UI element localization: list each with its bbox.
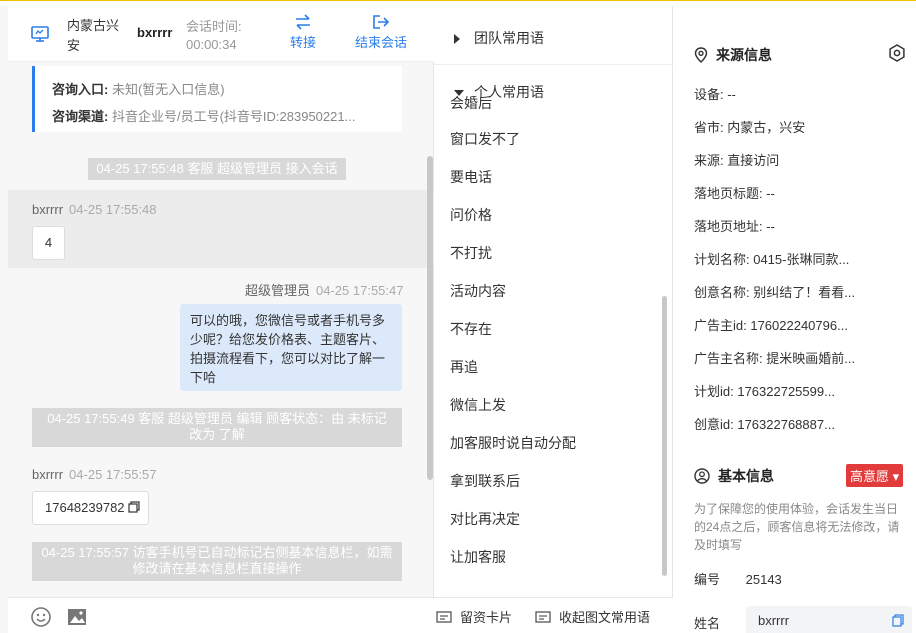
edit-hint-text: 为了保障您的使用体验，会话发生当日的24点之后，顾客信息将无法修改，请及时填写 — [694, 502, 900, 552]
chat-panel: 内蒙古兴安 bxrrrr 会话时间: 00:00:34 转接 结束会话 咨询入口… — [0, 6, 434, 633]
phone-number-text: 17648239782 — [45, 500, 125, 515]
source-row: 广告主id: 176022240796... — [694, 318, 848, 333]
message-time: 04-25 17:55:47 — [316, 283, 404, 298]
source-row: 设备: -- — [694, 87, 736, 102]
guest-sender: bxrrrr 04-25 17:55:48 — [32, 202, 157, 217]
message-time: 04-25 17:55:48 — [69, 202, 157, 217]
phrase-item[interactable]: 拿到联系后 — [450, 471, 520, 491]
name-input[interactable]: bxrrrr — [746, 606, 912, 633]
entry-value: 未知(暂无入口信息) — [111, 82, 225, 97]
basic-info-title: 基本信息 — [694, 466, 774, 486]
phrase-item[interactable]: 窗口发不了 — [450, 129, 520, 149]
source-row: 计划id: 176322725599... — [694, 384, 835, 399]
name-value: bxrrrr — [758, 613, 790, 628]
source-row: 计划名称: 0415-张琳同款... — [694, 252, 850, 267]
copy-icon[interactable] — [892, 614, 904, 627]
guest-bubble[interactable]: 4 — [32, 226, 65, 260]
guest-name: bxrrrr — [32, 202, 64, 217]
source-row: 落地页地址: -- — [694, 219, 775, 234]
caret-down-icon — [454, 90, 464, 96]
customer-info-panel: 来源信息 设备: -- 省市: 内蒙古，兴安 来源: 直接访问 落地页标题: -… — [674, 6, 916, 633]
collapse-phrases-label: 收起图文常用语 — [559, 610, 651, 625]
user-circle-icon — [694, 468, 710, 484]
phrases-scrollbar[interactable] — [662, 296, 667, 576]
basic-info-label: 基本信息 — [718, 468, 774, 484]
session-time-value: 00:00:34 — [186, 37, 237, 52]
phrase-item[interactable]: 不存在 — [450, 319, 492, 339]
phrases-panel: 团队常用语 会婚后 个人常用语 窗口发不了 要电话 问价格 不打扰 活动内容 不… — [434, 6, 673, 633]
guest-sender: bxrrrr 04-25 17:55:57 — [32, 467, 157, 482]
system-message: 04-25 17:55:48 客服 超级管理员 接入会话 — [88, 158, 346, 180]
settings-icon[interactable] — [888, 44, 906, 62]
channel-value: 抖音企业号/员工号(抖音号ID:283950221... — [111, 109, 356, 124]
monitor-icon — [31, 26, 49, 42]
source-info-label: 来源信息 — [716, 47, 772, 63]
chat-scrollbar[interactable] — [427, 156, 433, 480]
phrase-item[interactable]: 不打扰 — [450, 243, 492, 263]
customer-name: bxrrrr — [137, 25, 173, 40]
system-message: 04-25 17:55:49 客服 超级管理员 编辑 顾客状态：由 未标记 改为… — [32, 408, 402, 447]
source-info-title: 来源信息 — [694, 45, 772, 65]
guest-bubble[interactable]: 17648239782 — [32, 491, 149, 525]
caret-right-icon — [454, 34, 460, 44]
guest-message-block: bxrrrr 04-25 17:55:48 4 — [8, 190, 434, 268]
exit-icon — [373, 15, 390, 29]
phrase-item[interactable]: 活动内容 — [450, 281, 506, 301]
phrases-footer: 留资卡片 收起图文常用语 — [434, 597, 673, 633]
transfer-button[interactable]: 转接 — [285, 14, 321, 51]
emoji-icon[interactable] — [30, 606, 52, 628]
source-row: 创意名称: 别纠结了！看看... — [694, 285, 856, 300]
number-value: 25143 — [745, 572, 782, 587]
collapse-phrases-button[interactable]: 收起图文常用语 — [535, 607, 650, 626]
end-session-button[interactable]: 结束会话 — [350, 14, 412, 51]
card-icon — [535, 611, 551, 623]
card-icon — [436, 611, 452, 623]
lead-card-button[interactable]: 留资卡片 — [436, 607, 512, 626]
phrase-item[interactable]: 再追 — [450, 357, 478, 377]
source-row: 落地页标题: -- — [694, 186, 775, 201]
location-pin-icon — [694, 47, 708, 64]
guest-name: bxrrrr — [32, 467, 64, 482]
personal-phrases-label: 个人常用语 — [474, 84, 544, 100]
team-phrases-group[interactable]: 团队常用语 — [434, 23, 673, 53]
source-row: 来源: 直接访问 — [694, 153, 780, 168]
phrase-item[interactable]: 对比再决定 — [450, 509, 520, 529]
transfer-icon — [296, 14, 310, 30]
name-label: 姓名 — [694, 616, 721, 631]
chat-header: 内蒙古兴安 bxrrrr 会话时间: 00:00:34 转接 结束会话 — [8, 6, 434, 62]
number-label: 编号 — [694, 572, 721, 587]
team-phrases-label: 团队常用语 — [474, 30, 544, 46]
source-row: 创意id: 176322768887... — [694, 417, 835, 432]
system-message: 04-25 17:55:57 访客手机号已自动标记右侧基本信息栏，如需修改请在基… — [32, 542, 402, 581]
intent-level-dropdown[interactable]: 高意愿 ▾ — [846, 464, 904, 487]
phrase-item[interactable]: 问价格 — [450, 205, 492, 225]
copy-icon[interactable] — [128, 501, 140, 513]
consult-info-card: 咨询入口: 未知(暂无入口信息) 咨询渠道: 抖音企业号/员工号(抖音号ID:2… — [32, 66, 402, 132]
phrase-item[interactable]: 要电话 — [450, 167, 492, 187]
divider — [434, 64, 673, 65]
chat-input-toolbar — [8, 597, 434, 633]
personal-phrases-group[interactable]: 个人常用语 — [434, 77, 673, 107]
lead-card-label: 留资卡片 — [460, 610, 513, 625]
number-field: 编号 25143 — [694, 569, 782, 588]
agent-bubble[interactable]: 可以的哦，您微信号或者手机号多少呢？给您发价格表、主题客片、拍摄流程看下，您可以… — [180, 304, 402, 391]
phrase-item[interactable]: 加客服时说自动分配 — [450, 433, 576, 453]
channel-label: 咨询渠道: — [52, 109, 109, 124]
entry-label: 咨询入口: — [52, 82, 109, 97]
source-row: 省市: 内蒙古，兴安 — [694, 120, 806, 135]
image-icon[interactable] — [66, 606, 88, 628]
message-time: 04-25 17:55:57 — [69, 467, 157, 482]
phrase-item[interactable]: 微信上发 — [450, 395, 506, 415]
transfer-label: 转接 — [289, 35, 316, 50]
channel-row: 咨询渠道: 抖音企业号/员工号(抖音号ID:283950221... — [52, 103, 397, 130]
entry-row: 咨询入口: 未知(暂无入口信息) — [52, 76, 397, 103]
session-time-label: 会话时间: — [186, 19, 242, 34]
message-list[interactable]: 咨询入口: 未知(暂无入口信息) 咨询渠道: 抖音企业号/员工号(抖音号ID:2… — [8, 62, 434, 597]
end-session-label: 结束会话 — [354, 35, 407, 50]
customer-location: 内蒙古兴安 — [67, 18, 120, 53]
source-row: 广告主名称: 提米映画婚前... — [694, 351, 856, 366]
phrase-item[interactable]: 让加客服 — [450, 547, 506, 567]
agent-name: 超级管理员 — [245, 283, 311, 298]
agent-sender: 超级管理员 04-25 17:55:47 — [245, 280, 403, 299]
